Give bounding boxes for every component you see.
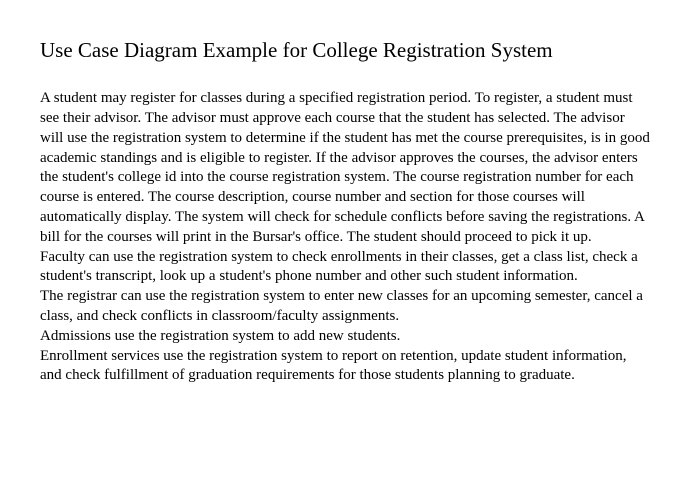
paragraph-enrollment-services: Enrollment services use the registration… [40,347,651,387]
document-body: A student may register for classes durin… [40,89,651,386]
paragraph-student: A student may register for classes durin… [40,89,651,247]
paragraph-admissions: Admissions use the registration system t… [40,327,651,347]
paragraph-faculty: Faculty can use the registration system … [40,248,651,288]
paragraph-registrar: The registrar can use the registration s… [40,287,651,327]
document-title: Use Case Diagram Example for College Reg… [40,38,651,63]
